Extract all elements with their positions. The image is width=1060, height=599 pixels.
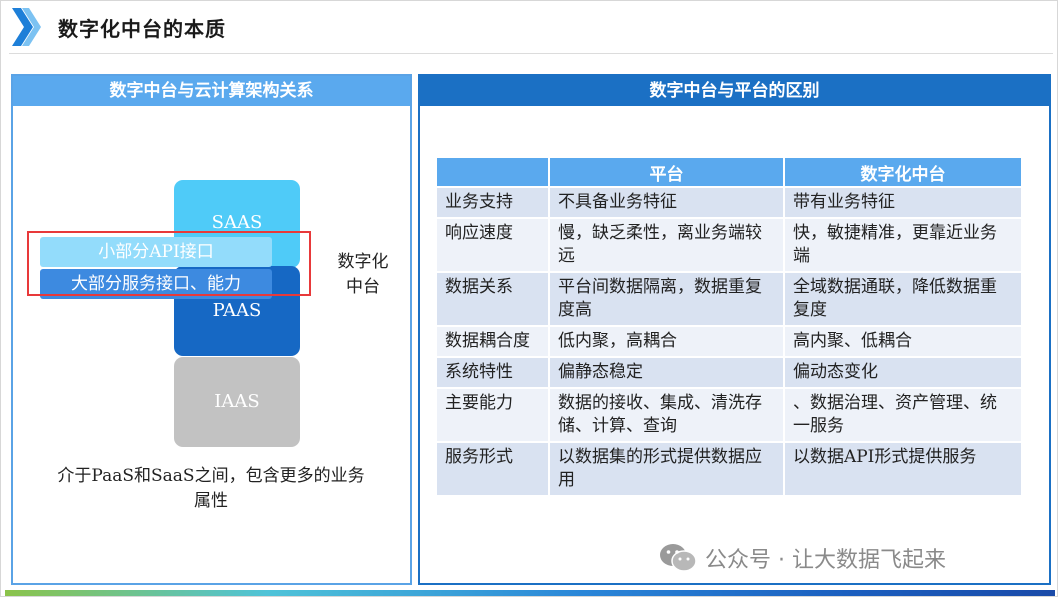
chevron-arrow-icon bbox=[12, 8, 41, 46]
watermark-text: 公众号 · 让大数据飞起来 bbox=[705, 548, 946, 573]
row-label: 数据耦合度 bbox=[437, 327, 548, 356]
platform-cell: 不具备业务特征 bbox=[549, 188, 783, 217]
cloud-architecture-panel: 数字中台与云计算架构关系 SAAS PAAS IAAS 小部分API接口 大部分… bbox=[11, 74, 412, 585]
page-title: 数字化中台的本质 bbox=[58, 17, 226, 41]
wechat-icon bbox=[660, 544, 697, 572]
middle-platform-cell: 带有业务特征 bbox=[784, 188, 1021, 217]
middle-platform-highlight-box bbox=[27, 231, 311, 296]
iaas-layer: IAAS bbox=[174, 357, 300, 447]
row-label: 服务形式 bbox=[437, 443, 548, 495]
row-label: 系统特性 bbox=[437, 358, 548, 387]
platform-cell: 低内聚，高耦合 bbox=[549, 327, 783, 356]
watermark: 公众号 · 让大数据飞起来 bbox=[659, 542, 946, 574]
platform-cell: 平台间数据隔离，数据重复度高 bbox=[549, 273, 783, 325]
left-panel-title: 数字中台与云计算架构关系 bbox=[13, 76, 410, 106]
table-row: 数据关系 平台间数据隔离，数据重复度高 全域数据通联，降低数据重复度 bbox=[437, 273, 1021, 325]
middle-platform-cell: 、数据治理、资产管理、统 一服务 bbox=[784, 389, 1021, 441]
row-label: 主要能力 bbox=[437, 389, 548, 441]
column-header: 数字化中台 bbox=[784, 158, 1021, 186]
table-row: 主要能力 数据的接收、集成、清洗存储、计算、查询 、数据治理、资产管理、统 一服… bbox=[437, 389, 1021, 441]
title-divider bbox=[9, 53, 1053, 54]
row-label: 响应速度 bbox=[437, 219, 548, 271]
column-header bbox=[437, 158, 548, 186]
bottom-gradient-bar bbox=[5, 590, 1055, 596]
platform-cell: 慢，缺乏柔性，离业务端较远 bbox=[549, 219, 783, 271]
comparison-table: 平台 数字化中台 业务支持 不具备业务特征 带有业务特征 响应速度 慢，缺乏柔性… bbox=[435, 156, 1023, 497]
table-row: 业务支持 不具备业务特征 带有业务特征 bbox=[437, 188, 1021, 217]
platform-cell: 以数据集的形式提供数据应用 bbox=[549, 443, 783, 495]
table-row: 数据耦合度 低内聚，高耦合 高内聚、低耦合 bbox=[437, 327, 1021, 356]
middle-platform-cell: 全域数据通联，降低数据重复度 bbox=[784, 273, 1021, 325]
table-row: 服务形式 以数据集的形式提供数据应用 以数据API形式提供服务 bbox=[437, 443, 1021, 495]
column-header: 平台 bbox=[549, 158, 783, 186]
row-label: 业务支持 bbox=[437, 188, 548, 217]
table-row: 响应速度 慢，缺乏柔性，离业务端较远 快，敏捷精准，更靠近业务端 bbox=[437, 219, 1021, 271]
comparison-panel: 数字中台与平台的区别 平台 数字化中台 业务支持 不具备业务特征 带有业务特征 … bbox=[418, 74, 1051, 585]
slide-frame: 数字化中台的本质 数字中台与云计算架构关系 SAAS PAAS IAAS 小部分… bbox=[0, 0, 1058, 597]
positioning-note: 介于PaaS和SaaS之间，包含更多的业务属性 bbox=[57, 466, 365, 511]
middle-platform-cell: 高内聚、低耦合 bbox=[784, 327, 1021, 356]
middle-platform-cell: 以数据API形式提供服务 bbox=[784, 443, 1021, 495]
platform-cell: 数据的接收、集成、清洗存储、计算、查询 bbox=[549, 389, 783, 441]
platform-cell: 偏静态稳定 bbox=[549, 358, 783, 387]
row-label: 数据关系 bbox=[437, 273, 548, 325]
table-header-row: 平台 数字化中台 bbox=[437, 158, 1021, 186]
right-panel-title: 数字中台与平台的区别 bbox=[420, 76, 1049, 106]
table-row: 系统特性 偏静态稳定 偏动态变化 bbox=[437, 358, 1021, 387]
middle-platform-cell: 快，敏捷精准，更靠近业务端 bbox=[784, 219, 1021, 271]
digital-middle-platform-label: 数字化中台 bbox=[337, 252, 389, 297]
middle-platform-cell: 偏动态变化 bbox=[784, 358, 1021, 387]
